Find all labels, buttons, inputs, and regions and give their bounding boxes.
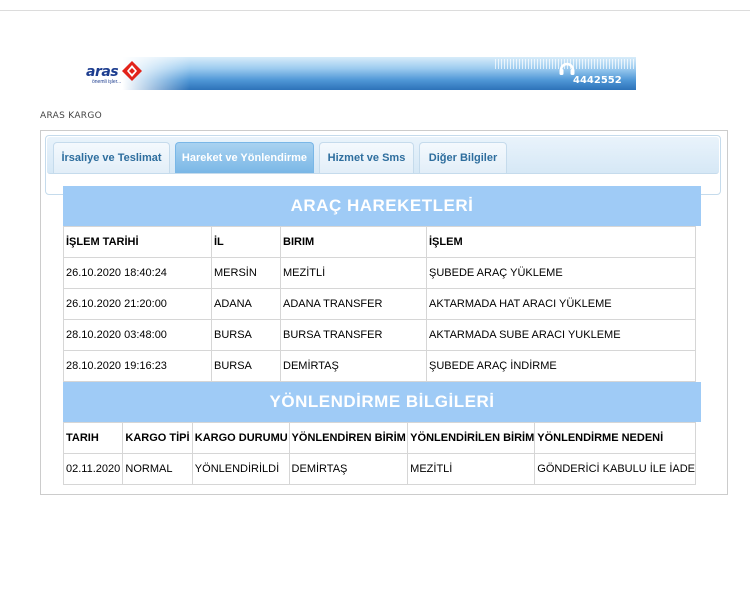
table-cell: DEMİRTAŞ [288,453,409,485]
shipment-panel: İrsaliye ve Teslimat Hareket ve Yönlendi… [40,130,728,495]
column-header: İŞLEM [426,226,696,258]
phone-number: 4442552 [573,75,622,86]
table-cell: MEZİTLİ [407,453,536,485]
column-header: İŞLEM TARİHİ [63,226,212,258]
table-cell: YÖNLENDİRİLDİ [191,453,290,485]
logo-slogan: önemli işler... [92,79,122,85]
table-header-row: TARIH KARGO TİPİ KARGO DURUMU YÖNLENDİRE… [62,422,696,454]
table-cell: DEMİRTAŞ [280,350,427,382]
table-cell: BURSA [211,319,281,351]
aras-logo[interactable]: aras önemli işler... [62,61,142,85]
logo-text: aras [86,64,119,80]
table-cell: NORMAL [122,453,193,485]
column-header: İL [211,226,281,258]
column-header: YÖNLENDİRİLEN BİRİM [407,422,536,454]
table-cell: 28.10.2020 03:48:00 [63,319,212,351]
table-cell: ŞUBEDE ARAÇ YÜKLEME [426,257,696,289]
top-divider [0,10,750,11]
redirections-title: YÖNLENDİRME BİLGİLERİ [63,382,701,422]
table-cell: MERSİN [211,257,281,289]
site-title: ARAS KARGO [40,111,102,121]
table-cell: ADANA TRANSFER [280,288,427,320]
column-header: YÖNLENDİREN BİRİM [288,422,409,454]
column-header: KARGO DURUMU [191,422,290,454]
tab-hizmet-sms[interactable]: Hizmet ve Sms [319,142,414,173]
tab-diger-bilgiler[interactable]: Diğer Bilgiler [419,142,507,173]
header-banner: aras önemli işler... [40,57,636,90]
logo-diamond-icon [122,61,142,81]
table-cell: AKTARMADA SUBE ARACI YUKLEME [426,319,696,351]
table-row: 26.10.2020 21:20:00 ADANA ADANA TRANSFER… [63,288,696,320]
column-header: YÖNLENDİRME NEDENİ [534,422,696,454]
table-cell: 26.10.2020 21:20:00 [63,288,212,320]
table-cell: 02.11.2020 [62,453,124,485]
tab-content: ARAÇ HAREKETLERİ İŞLEM TARİHİ İL BIRIM İ… [62,186,701,485]
table-cell: ADANA [211,288,281,320]
table-cell: MEZİTLİ [280,257,427,289]
table-row: 26.10.2020 18:40:24 MERSİN MEZİTLİ ŞUBED… [63,257,696,289]
table-header-row: İŞLEM TARİHİ İL BIRIM İŞLEM [63,226,696,258]
table-row: 28.10.2020 19:16:23 BURSA DEMİRTAŞ ŞUBED… [63,350,696,382]
table-cell: BURSA TRANSFER [280,319,427,351]
column-header: KARGO TİPİ [122,422,193,454]
movements-title: ARAÇ HAREKETLERİ [63,186,701,226]
table-cell: 28.10.2020 19:16:23 [63,350,212,382]
tab-bar: İrsaliye ve Teslimat Hareket ve Yönlendi… [47,137,719,174]
tab-hareket-yonlendirme[interactable]: Hareket ve Yönlendirme [175,142,314,173]
movements-table: İŞLEM TARİHİ İL BIRIM İŞLEM 26.10.2020 1… [63,226,696,382]
table-row: 28.10.2020 03:48:00 BURSA BURSA TRANSFER… [63,319,696,351]
table-row: 02.11.2020 NORMAL YÖNLENDİRİLDİ DEMİRTAŞ… [62,453,696,485]
column-header: TARIH [62,422,124,454]
column-header: BIRIM [280,226,427,258]
table-cell: BURSA [211,350,281,382]
tab-irsaliye-teslimat[interactable]: İrsaliye ve Teslimat [53,142,170,173]
table-cell: AKTARMADA HAT ARACI YÜKLEME [426,288,696,320]
redirections-table: TARIH KARGO TİPİ KARGO DURUMU YÖNLENDİRE… [62,422,696,485]
table-cell: ŞUBEDE ARAÇ İNDİRME [426,350,696,382]
call-center: 4442552 [558,60,630,88]
table-cell: 26.10.2020 18:40:24 [63,257,212,289]
table-cell: GÖNDERİCİ KABULU İLE İADE [534,453,696,485]
